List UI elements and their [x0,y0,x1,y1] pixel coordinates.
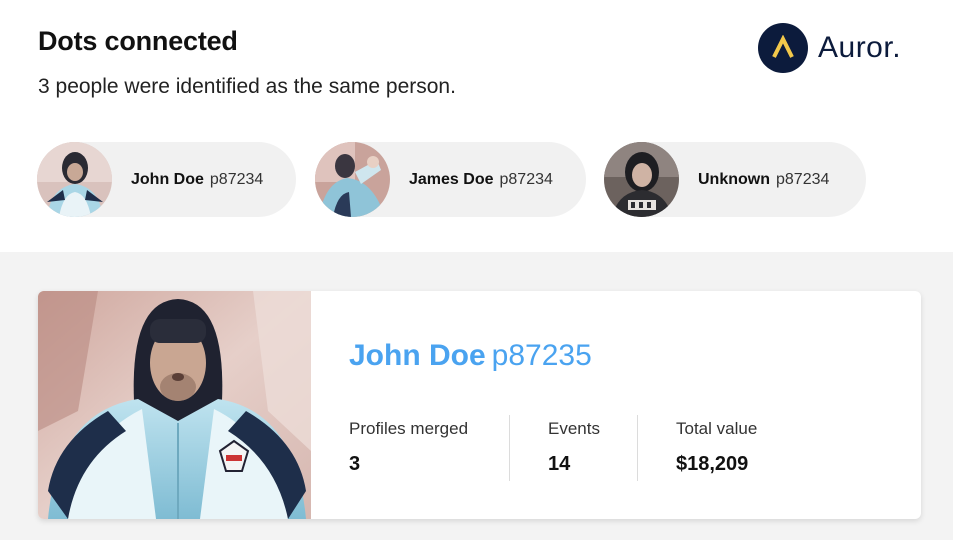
person-id: p87234 [776,170,830,188]
avatar [37,142,112,217]
stat-total-value: Total value $18,209 [676,419,757,476]
stat-label: Total value [676,419,758,438]
auror-logo-wordmark: Auror. [818,31,902,64]
person-id: p87234 [209,170,264,188]
stat-label: Profiles merged [349,419,469,438]
person-name: James Doe [409,170,494,188]
person-chip[interactable]: John Doe p87234 [37,142,296,217]
page-subtitle: 3 people were identified as the same per… [38,75,456,98]
stat-profiles-merged: Profiles merged 3 [349,419,468,476]
auror-logo: Auror. [758,23,901,73]
profile-heading: John Doe p87235 [349,339,592,373]
person-id: p87234 [499,170,553,188]
header-section: Dots connected 3 people were identified … [0,0,953,252]
merged-profile-card[interactable]: John Doe p87235 Profiles merged 3 Events … [38,291,921,519]
page-title: Dots connected [38,26,238,56]
stat-events: Events 14 [548,419,600,476]
avatar [315,142,390,217]
person-chip[interactable]: James Doe p87234 [315,142,586,217]
stat-value: $18,209 [676,453,749,475]
profile-id: p87235 [491,339,592,372]
profile-name: John Doe [349,339,486,372]
stat-divider [509,415,510,481]
avatar [604,142,679,217]
person-name: John Doe [131,170,204,188]
profile-photo [38,291,311,519]
stat-label: Events [548,419,600,438]
person-name: Unknown [698,170,770,188]
stat-divider [637,415,638,481]
stat-value: 14 [548,453,571,475]
auror-logo-mark-icon [758,23,808,73]
stat-value: 3 [349,453,361,475]
person-chip[interactable]: Unknown p87234 [604,142,866,217]
